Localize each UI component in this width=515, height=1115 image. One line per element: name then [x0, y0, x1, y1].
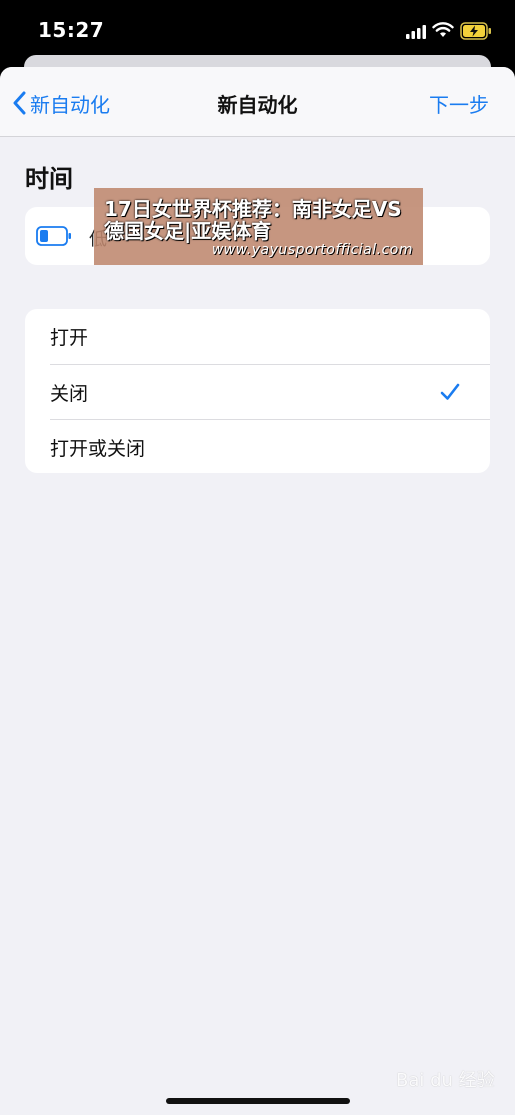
status-bar: 15:27: [0, 0, 515, 56]
option-open[interactable]: 打开: [25, 309, 490, 364]
checkmark-icon: [440, 383, 460, 400]
signal-icon: [406, 24, 426, 43]
overlay-url: www.yayusportofficial.com: [211, 242, 413, 258]
ad-overlay-banner: 17日女世界杯推荐：南非女足VS德国女足|亚娱体育 www.yayusporto…: [94, 188, 423, 265]
option-label: 打开或关闭: [50, 437, 146, 460]
option-open-or-close[interactable]: 打开或关闭: [50, 419, 490, 473]
option-label: 打开: [50, 327, 89, 349]
wifi-icon: [432, 22, 454, 42]
section-title: 时间: [25, 165, 73, 193]
option-label: 关闭: [50, 382, 89, 405]
next-button[interactable]: 下一步: [429, 89, 489, 118]
navigation-bar: 新自动化 新自动化 下一步: [0, 67, 515, 137]
option-close[interactable]: 关闭: [50, 364, 490, 419]
overlay-title: 17日女世界杯推荐：南非女足VS德国女足|亚娱体育: [104, 197, 402, 243]
battery-low-icon: [36, 226, 72, 250]
home-indicator[interactable]: [166, 1098, 350, 1104]
battery-charging-icon: [460, 22, 492, 44]
status-time: 15:27: [38, 18, 105, 42]
state-options-list: 打开 关闭 打开或关闭: [25, 309, 490, 473]
baidu-watermark: Bai du 经验: [396, 1070, 495, 1091]
